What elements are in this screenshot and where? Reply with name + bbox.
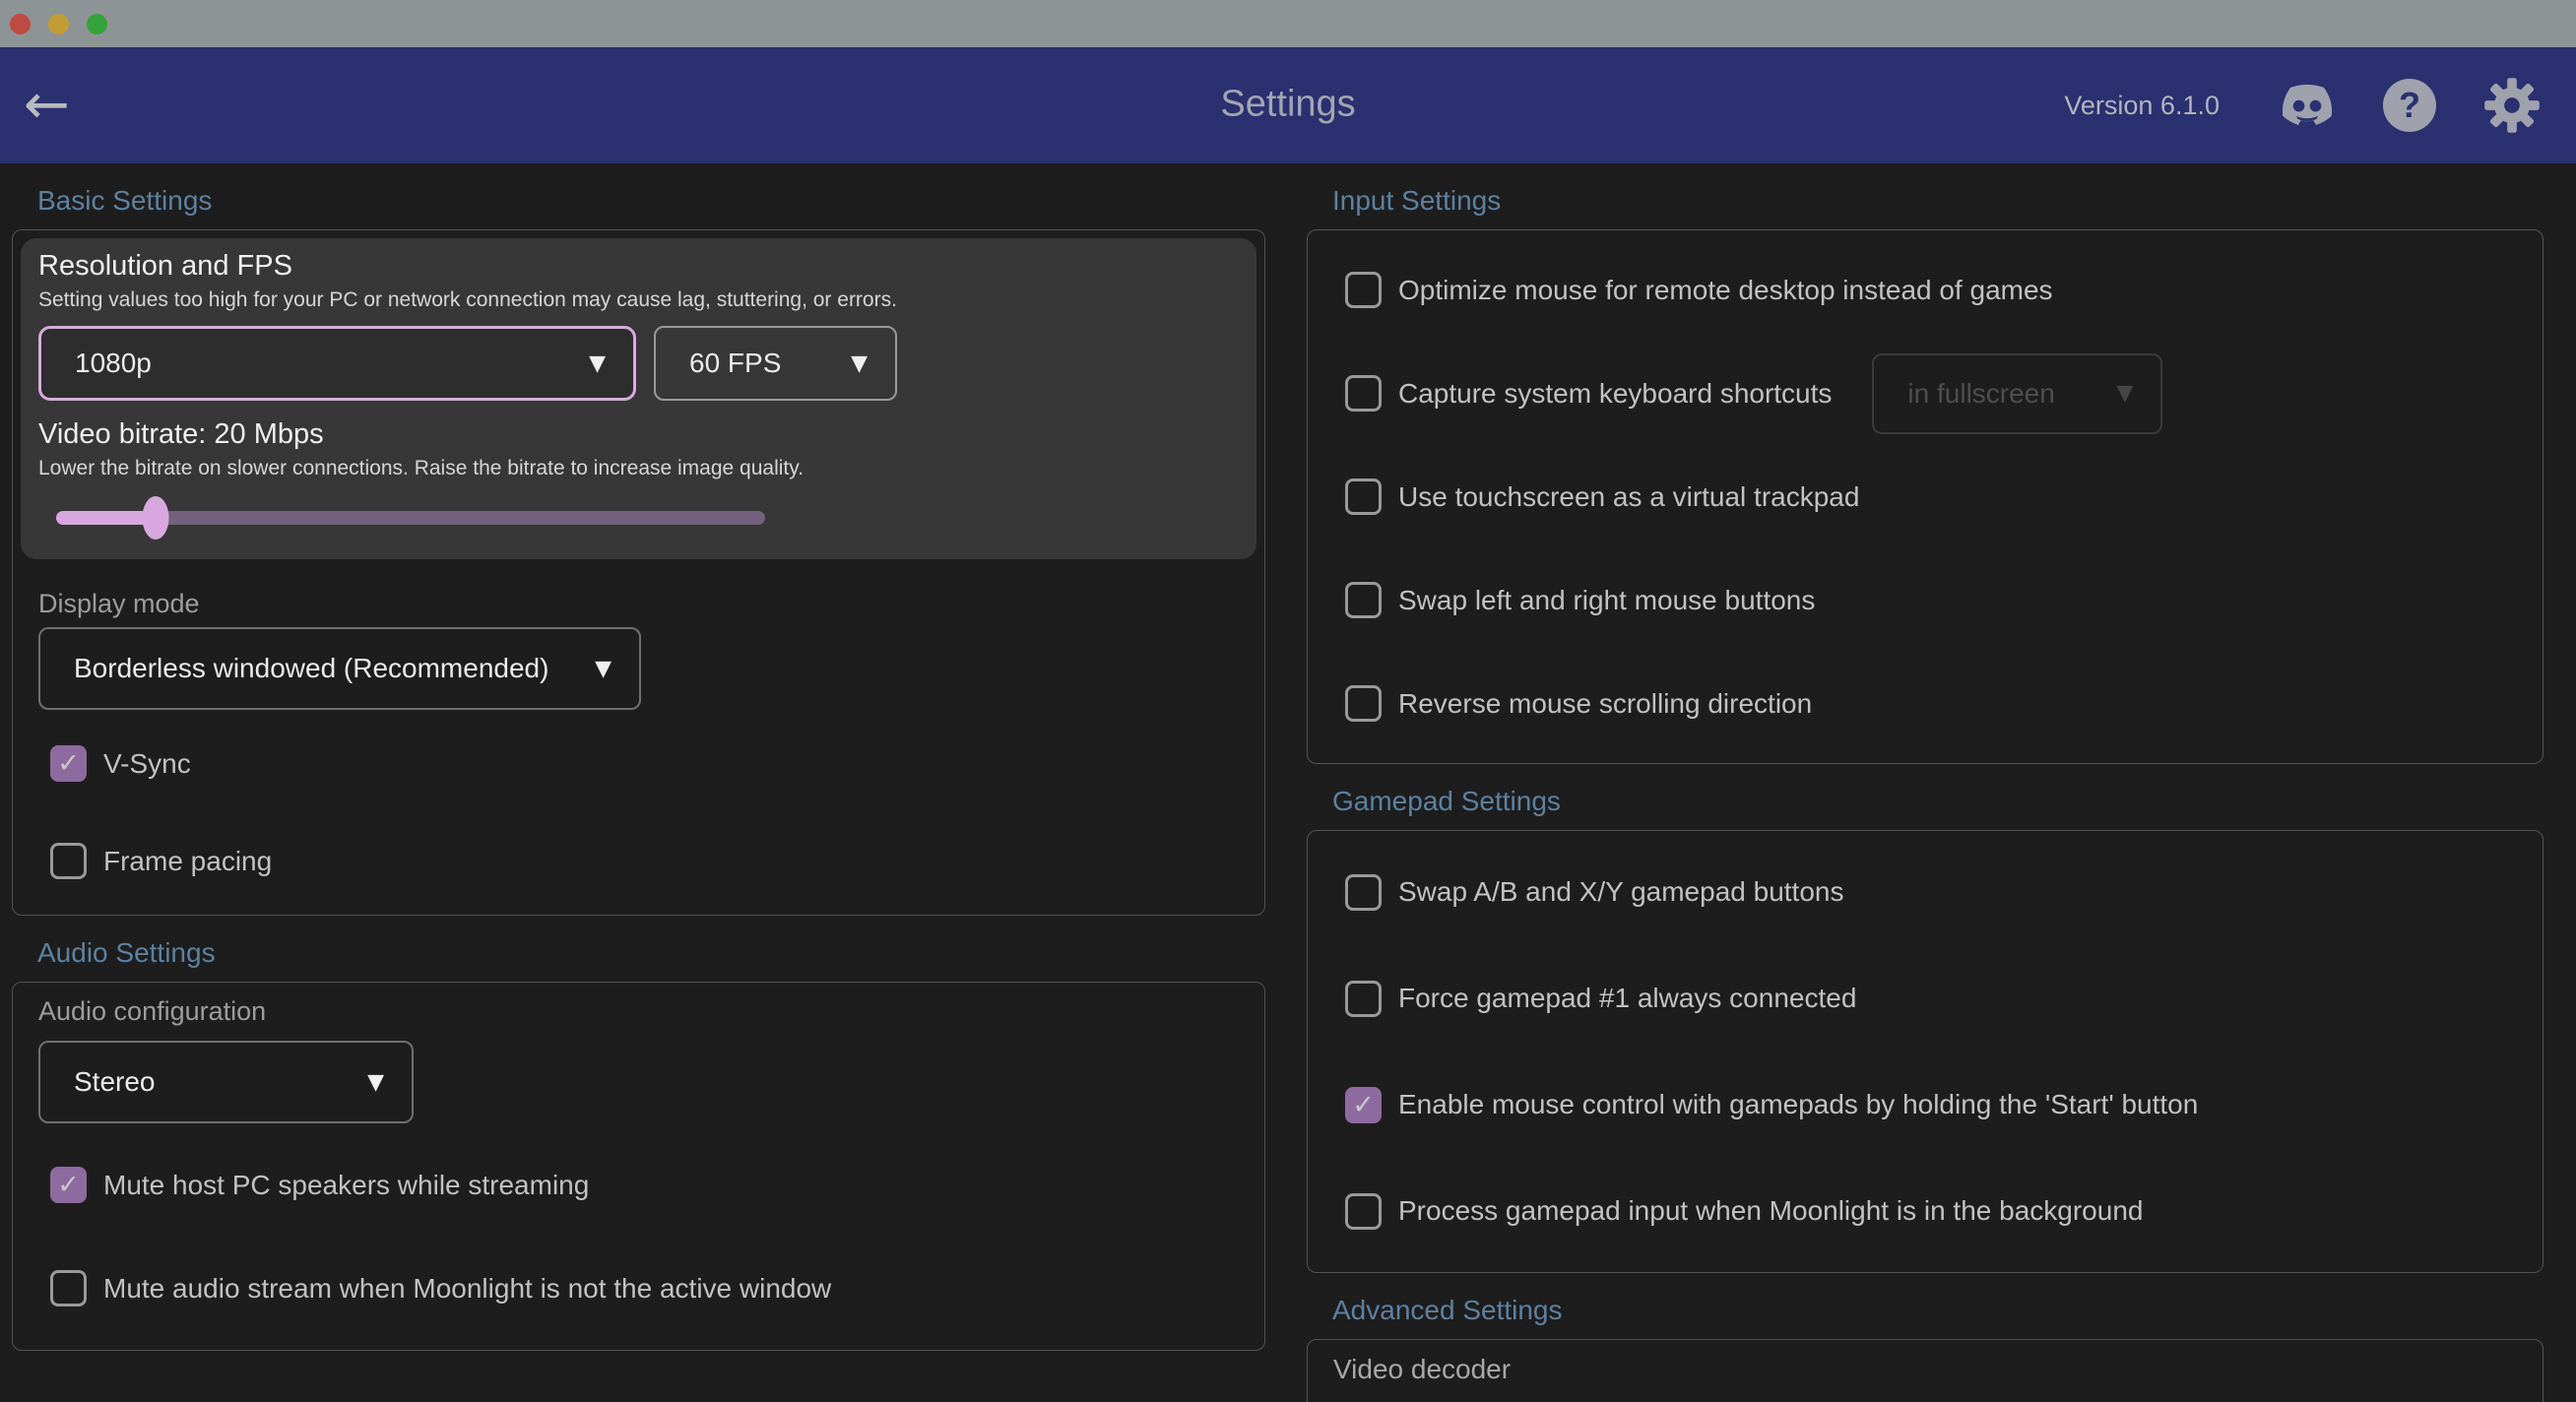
close-window-button[interactable] <box>10 14 31 34</box>
mute-inactive-label: Mute audio stream when Moonlight is not … <box>103 1273 831 1305</box>
resolution-fps-title: Resolution and FPS <box>38 250 1239 283</box>
reverse-scroll-checkbox[interactable]: ✓ <box>1345 685 1382 722</box>
audio-configuration-dropdown[interactable]: Stereo ▼ <box>38 1041 414 1123</box>
mute-host-row: ✓ Mute host PC speakers while streaming <box>50 1167 1264 1203</box>
gamepad-mouse-control-row: ✓ Enable mouse control with gamepads by … <box>1345 1052 2543 1158</box>
swap-gamepad-buttons-checkbox[interactable]: ✓ <box>1345 874 1382 911</box>
capture-shortcuts-mode-dropdown: in fullscreen ▼ <box>1872 353 2162 434</box>
help-icon[interactable]: ? <box>2383 79 2436 132</box>
bitrate-label: Video bitrate: 20 Mbps <box>38 418 1239 451</box>
capture-shortcuts-mode-value: in fullscreen <box>1907 378 2054 410</box>
force-gamepad-row: ✓ Force gamepad #1 always connected <box>1345 945 2543 1052</box>
discord-icon[interactable] <box>2279 84 2336 127</box>
gamepad-mouse-control-checkbox[interactable]: ✓ <box>1345 1087 1382 1123</box>
optimize-mouse-checkbox[interactable]: ✓ <box>1345 272 1382 308</box>
mute-host-checkbox[interactable]: ✓ <box>50 1167 87 1203</box>
header-actions: Version 6.1.0 ? <box>2064 47 2541 163</box>
basic-settings-heading: Basic Settings <box>37 185 1265 217</box>
vsync-label: V-Sync <box>103 748 191 780</box>
resolution-fps-row: 1080p ▼ 60 FPS ▼ <box>38 326 1239 401</box>
check-icon: ✓ <box>57 750 80 777</box>
swap-gamepad-buttons-row: ✓ Swap A/B and X/Y gamepad buttons <box>1345 839 2543 945</box>
fps-dropdown[interactable]: 60 FPS ▼ <box>654 326 897 401</box>
gamepad-background-label: Process gamepad input when Moonlight is … <box>1398 1195 2143 1227</box>
gamepad-background-row: ✓ Process gamepad input when Moonlight i… <box>1345 1158 2543 1264</box>
optimize-mouse-label: Optimize mouse for remote desktop instea… <box>1398 275 2053 306</box>
gamepad-settings-heading: Gamepad Settings <box>1332 786 2544 817</box>
frame-pacing-checkbox[interactable]: ✓ <box>50 843 87 879</box>
capture-shortcuts-row: ✓ Capture system keyboard shortcuts in f… <box>1345 342 2543 445</box>
audio-settings-heading: Audio Settings <box>37 937 1265 969</box>
vsync-row: ✓ V-Sync <box>50 745 1264 782</box>
resolution-fps-warning: Setting values too high for your PC or n… <box>38 288 1239 312</box>
audio-configuration-label: Audio configuration <box>38 996 1264 1027</box>
display-mode-label: Display mode <box>38 589 1264 619</box>
resolution-value: 1080p <box>75 348 152 379</box>
capture-shortcuts-checkbox[interactable]: ✓ <box>1345 375 1382 412</box>
dropdown-arrow-icon: ▼ <box>851 351 868 376</box>
macos-titlebar <box>0 0 2576 47</box>
touchscreen-row: ✓ Use touchscreen as a virtual trackpad <box>1345 445 2543 548</box>
input-settings-group: ✓ Optimize mouse for remote desktop inst… <box>1307 229 2544 764</box>
version-label: Version 6.1.0 <box>2064 91 2220 121</box>
check-icon: ✓ <box>1352 1092 1375 1118</box>
check-icon: ✓ <box>57 1172 80 1198</box>
swap-mouse-row: ✓ Swap left and right mouse buttons <box>1345 548 2543 652</box>
gamepad-mouse-control-label: Enable mouse control with gamepads by ho… <box>1398 1089 2198 1120</box>
input-settings-heading: Input Settings <box>1332 185 2544 217</box>
dropdown-arrow-icon: ▼ <box>595 657 612 681</box>
minimize-window-button[interactable] <box>48 14 69 34</box>
frame-pacing-row: ✓ Frame pacing <box>50 843 1264 879</box>
touchscreen-checkbox[interactable]: ✓ <box>1345 478 1382 515</box>
bitrate-slider[interactable] <box>56 496 765 540</box>
video-decoder-label: Video decoder <box>1333 1354 2543 1385</box>
gamepad-background-checkbox[interactable]: ✓ <box>1345 1193 1382 1230</box>
swap-mouse-label: Swap left and right mouse buttons <box>1398 585 1815 616</box>
dropdown-arrow-icon: ▼ <box>367 1070 384 1095</box>
left-settings-column: Basic Settings Resolution and FPS Settin… <box>12 163 1265 1351</box>
reverse-scroll-label: Reverse mouse scrolling direction <box>1398 688 1812 720</box>
resolution-fps-panel[interactable]: Resolution and FPS Setting values too hi… <box>21 238 1256 559</box>
app-header: ← Settings Version 6.1.0 ? <box>0 47 2576 163</box>
display-mode-value: Borderless windowed (Recommended) <box>74 653 548 684</box>
bitrate-slider-fill <box>56 511 156 525</box>
audio-settings-group: Audio configuration Stereo ▼ ✓ Mute host… <box>12 982 1265 1351</box>
swap-gamepad-buttons-label: Swap A/B and X/Y gamepad buttons <box>1398 876 1843 908</box>
mute-inactive-row: ✓ Mute audio stream when Moonlight is no… <box>50 1270 1264 1306</box>
resolution-dropdown[interactable]: 1080p ▼ <box>38 326 636 401</box>
bitrate-slider-handle[interactable] <box>142 496 168 540</box>
right-settings-column: Input Settings ✓ Optimize mouse for remo… <box>1307 163 2544 1402</box>
reverse-scroll-row: ✓ Reverse mouse scrolling direction <box>1345 652 2543 755</box>
display-mode-dropdown[interactable]: Borderless windowed (Recommended) ▼ <box>38 627 641 710</box>
basic-settings-group: Resolution and FPS Setting values too hi… <box>12 229 1265 916</box>
optimize-mouse-row: ✓ Optimize mouse for remote desktop inst… <box>1345 238 2543 342</box>
gear-icon[interactable] <box>2483 77 2541 134</box>
force-gamepad-label: Force gamepad #1 always connected <box>1398 983 1856 1014</box>
dropdown-arrow-icon: ▼ <box>2117 381 2134 406</box>
bitrate-help: Lower the bitrate on slower connections.… <box>38 457 1239 480</box>
dropdown-arrow-icon: ▼ <box>589 351 606 376</box>
audio-configuration-value: Stereo <box>74 1066 156 1098</box>
fps-value: 60 FPS <box>689 348 781 379</box>
force-gamepad-checkbox[interactable]: ✓ <box>1345 981 1382 1017</box>
moonlight-settings-window: ← Settings Version 6.1.0 ? <box>0 0 2576 1402</box>
mute-host-label: Mute host PC speakers while streaming <box>103 1170 589 1201</box>
advanced-settings-group: Video decoder <box>1307 1339 2544 1402</box>
touchscreen-label: Use touchscreen as a virtual trackpad <box>1398 481 1859 513</box>
gamepad-settings-group: ✓ Swap A/B and X/Y gamepad buttons ✓ For… <box>1307 830 2544 1273</box>
zoom-window-button[interactable] <box>87 14 107 34</box>
vsync-checkbox[interactable]: ✓ <box>50 745 87 782</box>
advanced-settings-heading: Advanced Settings <box>1332 1295 2544 1326</box>
frame-pacing-label: Frame pacing <box>103 846 272 877</box>
capture-shortcuts-label: Capture system keyboard shortcuts <box>1398 378 1832 410</box>
mute-inactive-checkbox[interactable]: ✓ <box>50 1270 87 1306</box>
swap-mouse-checkbox[interactable]: ✓ <box>1345 582 1382 618</box>
